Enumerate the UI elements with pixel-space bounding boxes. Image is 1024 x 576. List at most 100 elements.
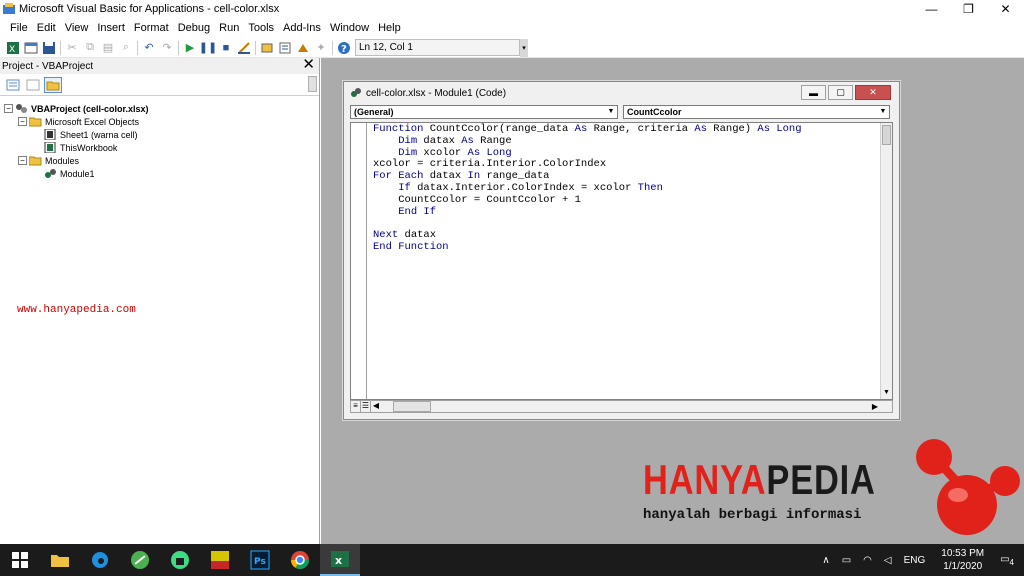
copy-icon[interactable]: ⧉ — [81, 39, 99, 57]
scroll-right-arrow-icon[interactable]: ▶ — [872, 402, 878, 411]
tree-node-vbaproject[interactable]: − VBAProject (cell-color.xlsx) — [4, 102, 149, 115]
android-studio-taskbar-button[interactable] — [160, 544, 200, 576]
vertical-scroll-thumb[interactable] — [882, 125, 891, 145]
tree-node-thisworkbook[interactable]: ThisWorkbook — [4, 141, 149, 154]
notification-center-icon[interactable]: ▭4 — [1000, 554, 1014, 567]
code-maximize-button[interactable]: ▢ — [828, 85, 853, 100]
reset-icon[interactable]: ■ — [217, 39, 235, 57]
help-icon[interactable]: ? — [335, 39, 353, 57]
redo-icon[interactable]: ↷ — [158, 39, 176, 57]
code-line[interactable]: CountCcolor = CountCcolor + 1 — [373, 194, 802, 207]
code-text[interactable]: Function CountCcolor(range_data As Range… — [373, 123, 802, 254]
menu-format[interactable]: Format — [134, 22, 169, 34]
menu-debug[interactable]: Debug — [178, 22, 210, 34]
close-button[interactable]: ✕ — [987, 0, 1024, 18]
cut-icon[interactable]: ✂ — [63, 39, 81, 57]
show-hidden-icons-icon[interactable]: ∧ — [822, 555, 829, 566]
code-editor[interactable]: Function CountCcolor(range_data As Range… — [350, 122, 893, 400]
app-green-taskbar-button[interactable] — [120, 544, 160, 576]
wifi-icon[interactable]: ◠ — [863, 555, 872, 566]
project-pane-scrollbar[interactable] — [308, 76, 317, 92]
project-explorer-icon[interactable] — [258, 39, 276, 57]
tree-label-vbaproject: VBAProject (cell-color.xlsx) — [31, 103, 149, 114]
taskbar: Ps x ∧ ▭ ◠ ◁ ENG 10:53 PM 1/1/2020 ▭4 — [0, 544, 1024, 576]
title-bar: Microsoft Visual Basic for Applications … — [0, 0, 1024, 18]
tree-label-sheet1: Sheet1 (warna cell) — [60, 129, 138, 140]
code-line[interactable]: End If — [373, 206, 802, 219]
project-pane-close-button[interactable]: ✕ — [302, 57, 315, 72]
toggle-folders-icon[interactable] — [44, 76, 62, 93]
scroll-left-arrow-icon[interactable]: ◀ — [371, 401, 381, 412]
project-pane-toolbar — [0, 74, 319, 96]
svg-text:?: ? — [341, 44, 347, 55]
photoshop-taskbar-button[interactable]: Ps — [240, 544, 280, 576]
find-icon[interactable]: ⌕ — [117, 39, 135, 57]
menu-edit[interactable]: Edit — [37, 22, 56, 34]
minimize-button[interactable]: — — [913, 0, 950, 18]
collapse-icon[interactable]: − — [4, 104, 13, 113]
menu-window[interactable]: Window — [330, 22, 369, 34]
code-window-titlebar[interactable]: cell-color.xlsx - Module1 (Code) ▬ ▢ ✕ — [344, 82, 899, 104]
mds-taskbar-button[interactable] — [200, 544, 240, 576]
toolbar-overflow-icon[interactable]: ▾ — [520, 38, 528, 57]
scroll-down-arrow-icon[interactable]: ▼ — [881, 389, 892, 399]
tree-node-sheet1[interactable]: Sheet1 (warna cell) — [4, 128, 149, 141]
insert-module-icon[interactable] — [22, 39, 40, 57]
paste-icon[interactable]: ▤ — [99, 39, 117, 57]
watermark-url: www.hanyapedia.com — [17, 304, 136, 316]
full-module-view-button[interactable]: ☰ — [361, 401, 371, 412]
logo-brand-part-b: PEDIA — [766, 456, 876, 503]
code-window: cell-color.xlsx - Module1 (Code) ▬ ▢ ✕ (… — [343, 81, 900, 420]
code-close-button[interactable]: ✕ — [855, 85, 891, 100]
menu-file[interactable]: File — [10, 22, 28, 34]
excel-taskbar-button[interactable]: x — [320, 544, 360, 576]
tree-node-module1[interactable]: Module1 — [4, 167, 149, 180]
save-icon[interactable] — [40, 39, 58, 57]
photoshop-icon: Ps — [250, 550, 270, 570]
vertical-scrollbar[interactable]: ▼ — [880, 123, 892, 399]
collapse-icon[interactable]: − — [18, 117, 27, 126]
hanyapedia-logo: HANYAPEDIA hanyalah berbagi informasi — [643, 437, 1024, 544]
folder-open-icon — [29, 156, 42, 166]
menu-view[interactable]: View — [65, 22, 89, 34]
volume-icon[interactable]: ◁ — [884, 555, 892, 566]
design-mode-icon[interactable] — [235, 39, 253, 57]
battery-icon[interactable]: ▭ — [842, 555, 851, 566]
object-browser-icon[interactable] — [294, 39, 312, 57]
menu-help[interactable]: Help — [378, 22, 401, 34]
break-icon[interactable]: ❚❚ — [199, 39, 217, 57]
collapse-icon[interactable]: − — [18, 156, 27, 165]
tree-label-thisworkbook: ThisWorkbook — [60, 142, 118, 153]
edge-taskbar-button[interactable] — [80, 544, 120, 576]
menu-run[interactable]: Run — [219, 22, 239, 34]
procedure-view-button[interactable]: ≡ — [351, 401, 361, 412]
procedure-dropdown[interactable]: CountCcolor ▼ — [623, 105, 890, 119]
restore-button[interactable]: ❐ — [950, 0, 987, 18]
menu-add-ins[interactable]: Add-Ins — [283, 22, 321, 34]
menu-insert[interactable]: Insert — [97, 22, 125, 34]
chrome-taskbar-button[interactable] — [280, 544, 320, 576]
start-button[interactable] — [0, 544, 40, 576]
object-dropdown[interactable]: (General) ▼ — [350, 105, 618, 119]
undo-icon[interactable]: ↶ — [140, 39, 158, 57]
run-icon[interactable]: ▶ — [181, 39, 199, 57]
code-minimize-button[interactable]: ▬ — [801, 85, 826, 100]
view-excel-icon[interactable]: X — [4, 39, 22, 57]
toolbox-icon[interactable]: ✦ — [312, 39, 330, 57]
view-object-icon[interactable] — [24, 77, 42, 93]
view-code-icon[interactable] — [4, 77, 22, 93]
file-explorer-taskbar-button[interactable] — [40, 544, 80, 576]
tree-node-modules[interactable]: − Modules — [4, 154, 149, 167]
clock-date: 1/1/2020 — [943, 561, 983, 572]
clock[interactable]: 10:53 PM 1/1/2020 — [941, 547, 984, 573]
windows-icon — [12, 552, 28, 568]
edge-icon — [92, 552, 108, 568]
menu-tools[interactable]: Tools — [248, 22, 274, 34]
properties-icon[interactable] — [276, 39, 294, 57]
code-line[interactable] — [373, 218, 802, 230]
language-indicator[interactable]: ENG — [904, 555, 926, 566]
horizontal-scroll-thumb[interactable] — [393, 401, 431, 412]
tree-node-excel-objects[interactable]: − Microsoft Excel Objects — [4, 115, 149, 128]
code-line[interactable]: End Function — [373, 241, 802, 254]
code-window-title: cell-color.xlsx - Module1 (Code) — [366, 87, 507, 99]
